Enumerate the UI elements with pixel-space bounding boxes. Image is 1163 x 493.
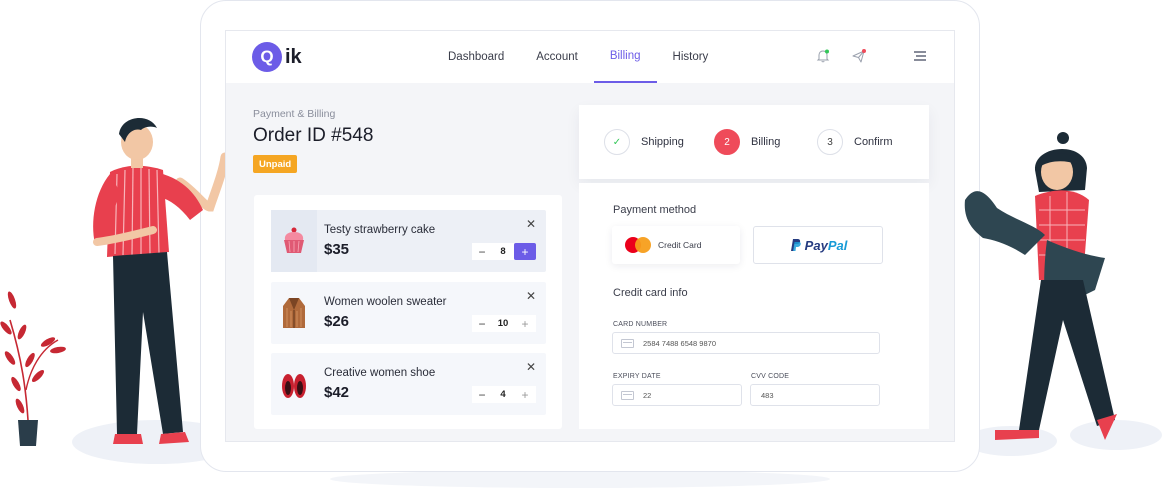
card-info-title: Credit card info — [613, 287, 688, 299]
payment-panel: Payment method Credit Card PayPal Credit… — [579, 183, 929, 429]
quantity-stepper: − 4 + — [472, 386, 536, 403]
sweater-icon — [283, 298, 305, 328]
paypal-icon — [790, 239, 801, 251]
item-name: Creative women shoe — [324, 367, 436, 379]
step-marker: 2 — [714, 129, 740, 155]
item-thumbnail — [271, 210, 317, 272]
quantity-value: 8 — [492, 243, 514, 260]
paypal-option[interactable]: PayPal — [753, 226, 883, 264]
increase-button[interactable]: + — [514, 315, 536, 332]
tablet-shadow — [330, 470, 830, 488]
calendar-icon — [621, 390, 634, 400]
credit-card-option[interactable]: Credit Card — [612, 226, 740, 264]
decrease-button[interactable]: − — [472, 315, 492, 332]
man-illustration — [93, 117, 230, 444]
quantity-value: 4 — [492, 386, 514, 403]
credit-card-label: Credit Card — [658, 240, 702, 250]
expiry-date-field[interactable]: 22 — [612, 384, 742, 406]
nav-dashboard[interactable]: Dashboard — [432, 31, 520, 83]
cart-item[interactable]: Women woolen sweater $26 ✕ − 10 + — [271, 282, 546, 344]
quantity-stepper: − 8 + — [472, 243, 536, 260]
card-number-label: CARD NUMBER — [613, 321, 668, 328]
nav-billing[interactable]: Billing — [593, 31, 657, 83]
item-thumbnail — [271, 282, 317, 344]
logo-mark: Q — [252, 42, 282, 72]
payment-method-title: Payment method — [613, 204, 697, 216]
nav-account[interactable]: Account — [520, 31, 594, 83]
item-name: Testy strawberry cake — [324, 224, 436, 236]
quantity-stepper: − 10 + — [472, 315, 536, 332]
step-billing[interactable]: 2 Billing — [714, 129, 780, 155]
page-title: Order ID #548 — [253, 125, 374, 146]
card-number-value: 2584 7488 6548 9870 — [643, 338, 716, 348]
cart-item[interactable]: Testy strawberry cake $35 ✕ − 8 + — [271, 210, 546, 272]
expiry-date-label: EXPIRY DATE — [613, 373, 661, 380]
decrease-button[interactable]: − — [472, 386, 492, 403]
app-logo[interactable]: Q ik — [252, 42, 302, 72]
app-screen: Q ik Dashboard Account Billing History P… — [225, 30, 955, 442]
increase-button[interactable]: + — [514, 386, 536, 403]
cart-item[interactable]: Creative women shoe $42 ✕ − 4 + — [271, 353, 546, 415]
scene: Q ik Dashboard Account Billing History P… — [0, 0, 1163, 493]
top-navbar: Q ik Dashboard Account Billing History — [226, 31, 954, 83]
remove-item-button[interactable]: ✕ — [526, 360, 536, 374]
mastercard-icon — [625, 237, 651, 253]
checkout-steps: ✓ Shipping 2 Billing 3 Confirm — [579, 105, 929, 179]
step-marker: ✓ — [604, 129, 630, 155]
shoe-icon — [282, 374, 306, 398]
logo-text: ik — [285, 45, 302, 68]
remove-item-button[interactable]: ✕ — [526, 217, 536, 231]
cvv-field[interactable]: 483 — [750, 384, 880, 406]
step-label: Billing — [751, 136, 781, 148]
breadcrumb: Payment & Billing — [253, 108, 336, 120]
item-thumbnail — [271, 353, 317, 415]
woman-illustration — [964, 132, 1117, 440]
expiry-date-value: 22 — [643, 390, 652, 400]
item-price: $42 — [324, 384, 350, 401]
nav-history[interactable]: History — [657, 31, 725, 83]
step-confirm[interactable]: 3 Confirm — [817, 129, 893, 155]
menu-icon[interactable] — [912, 48, 928, 64]
card-number-field[interactable]: 2584 7488 6548 9870 — [612, 332, 880, 354]
increase-button[interactable]: + — [514, 243, 536, 260]
item-price: $26 — [324, 313, 350, 330]
step-label: Shipping — [641, 136, 684, 148]
cart-panel: Testy strawberry cake $35 ✕ − 8 + Women … — [254, 195, 562, 429]
cvv-label: CVV CODE — [751, 373, 790, 380]
plant-illustration — [0, 291, 66, 446]
item-name: Women woolen sweater — [324, 296, 447, 308]
remove-item-button[interactable]: ✕ — [526, 289, 536, 303]
status-badge: Unpaid — [253, 155, 298, 173]
paypal-logo: PayPal — [804, 237, 848, 253]
cupcake-icon — [284, 227, 304, 253]
step-shipping[interactable]: ✓ Shipping — [604, 129, 684, 155]
step-label: Confirm — [854, 136, 893, 148]
card-icon — [621, 338, 634, 348]
send-icon[interactable] — [851, 48, 867, 64]
quantity-value: 10 — [492, 315, 514, 332]
bell-icon[interactable] — [815, 48, 831, 64]
decrease-button[interactable]: − — [472, 243, 492, 260]
main-nav: Dashboard Account Billing History — [432, 31, 724, 83]
item-price: $35 — [324, 241, 350, 258]
cvv-value: 483 — [761, 390, 774, 400]
step-marker: 3 — [817, 129, 843, 155]
